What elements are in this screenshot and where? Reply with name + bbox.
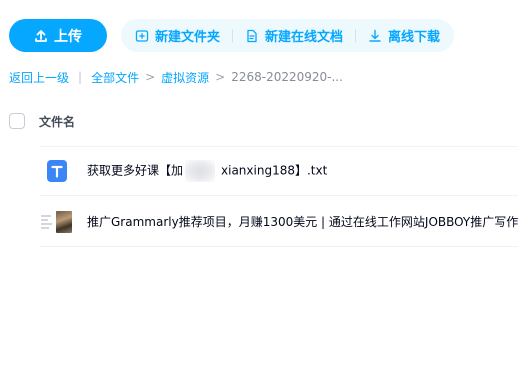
select-all-checkbox[interactable]: [9, 113, 25, 129]
upload-button[interactable]: 上传: [9, 19, 107, 52]
divider: [355, 29, 357, 42]
column-filename[interactable]: 文件名: [39, 113, 75, 130]
breadcrumb-all-files[interactable]: 全部文件: [91, 69, 139, 86]
back-link[interactable]: 返回上一级: [9, 69, 69, 86]
breadcrumb: 返回上一级 | 全部文件 > 虚拟资源 > 2268-20220920-...: [9, 68, 343, 86]
thumbnail-photo: [56, 210, 72, 233]
chevron-right-icon: >: [145, 70, 156, 84]
file-name-prefix: 获取更多好课【加: [87, 163, 184, 178]
new-folder-label: 新建文件夹: [155, 30, 221, 45]
file-list-header: 文件名: [9, 110, 518, 132]
file-row[interactable]: 推广Grammarly推荐项目，月赚1300美元 | 通过在线工作网站JOBBO…: [40, 197, 518, 247]
txt-file-icon: [47, 160, 67, 182]
upload-icon: [35, 29, 47, 42]
download-icon: [369, 29, 381, 42]
breadcrumb-current: 2268-20220920-...: [231, 70, 343, 84]
video-thumbnail: [40, 210, 73, 234]
file-name[interactable]: 获取更多好课【加 xianxing188】.txt: [87, 160, 327, 182]
divider: [232, 29, 234, 42]
offline-download-label: 离线下载: [388, 30, 441, 45]
file-row[interactable]: 获取更多好课【加 xianxing188】.txt: [40, 146, 518, 196]
file-name-suffix: xianxing188】.txt: [221, 163, 328, 178]
toolbar: 上传 新建文件夹 新建在线文档 离线下载: [9, 19, 455, 52]
upload-button-label: 上传: [54, 28, 82, 45]
chevron-right-icon: >: [215, 70, 226, 84]
new-online-doc-label: 新建在线文档: [265, 30, 344, 45]
new-doc-icon: [247, 29, 257, 42]
new-folder-icon: [135, 29, 149, 42]
file-name[interactable]: 推广Grammarly推荐项目，月赚1300美元 | 通过在线工作网站JOBBO…: [87, 213, 518, 230]
new-folder-button[interactable]: 新建文件夹: [135, 26, 220, 45]
thumbnail-lines-icon: [41, 214, 52, 229]
action-group: 新建文件夹 新建在线文档 离线下载: [121, 19, 455, 52]
offline-download-button[interactable]: 离线下载: [368, 26, 440, 45]
redacted-blur: [185, 160, 216, 182]
new-online-doc-button[interactable]: 新建在线文档: [245, 26, 343, 45]
breadcrumb-virtual-resources[interactable]: 虚拟资源: [161, 69, 209, 86]
breadcrumb-separator: |: [78, 70, 83, 84]
